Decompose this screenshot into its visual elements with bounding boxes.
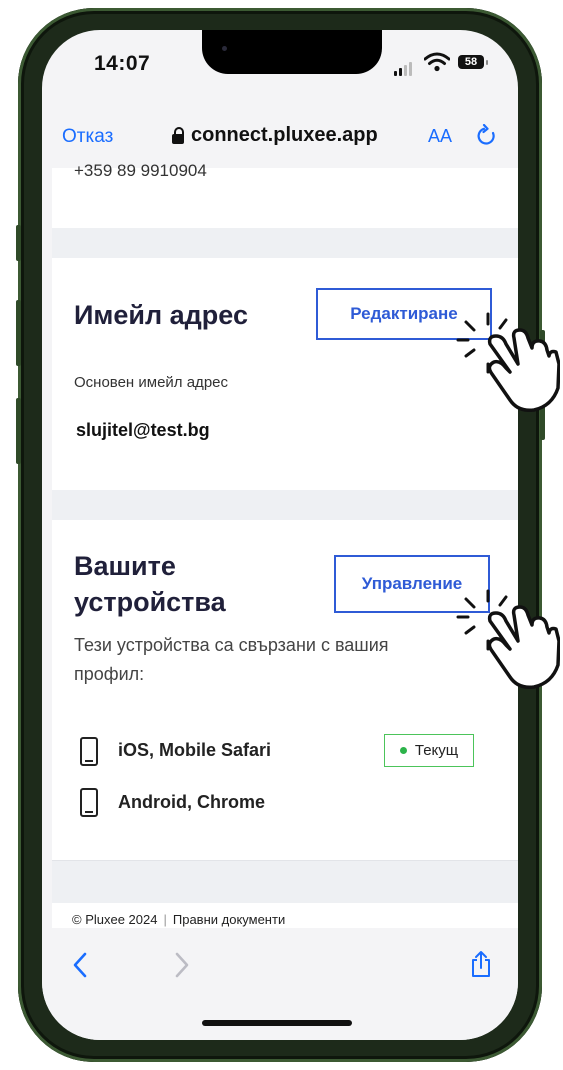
phone-volume-up <box>16 300 21 366</box>
home-indicator <box>202 1020 352 1026</box>
device-phone-icon <box>80 737 98 766</box>
front-camera <box>222 46 227 51</box>
chevron-right-icon <box>175 952 189 978</box>
devices-description: Тези устройства са свързани с вашия проф… <box>74 631 389 689</box>
browser-toolbar <box>42 928 518 1040</box>
battery-tip <box>486 60 488 65</box>
notch <box>202 30 382 74</box>
devices-section-title: Вашите устройства <box>74 548 226 620</box>
phone-screen: 14:07 58 Отказ connect.pluxee.app AA +35… <box>42 30 518 1040</box>
forward-button[interactable] <box>174 948 190 987</box>
chevron-left-icon <box>73 952 87 978</box>
devices-title-line1: Вашите <box>74 551 176 581</box>
back-button[interactable] <box>72 948 88 987</box>
email-field-label: Основен имейл адрес <box>74 374 228 391</box>
wifi-icon <box>424 52 450 72</box>
devices-description-line2: профил: <box>74 664 145 684</box>
browser-url-bar: Отказ connect.pluxee.app AA <box>42 104 518 168</box>
phone-number: +359 89 9910904 <box>74 161 207 180</box>
url-field[interactable]: connect.pluxee.app <box>172 124 378 147</box>
battery-icon: 58 <box>458 55 484 69</box>
legal-documents-link[interactable]: Правни документи <box>173 912 285 927</box>
tap-hand-icon <box>456 312 560 412</box>
email-value: slujitel@test.bg <box>76 420 210 440</box>
footer: © Pluxee 2024 | Правни документи <box>72 912 285 927</box>
text-size-label: AA <box>428 126 453 146</box>
text-size-button[interactable]: AA <box>428 126 452 147</box>
section-divider <box>52 490 518 520</box>
footer-separator: | <box>163 912 167 927</box>
section-divider <box>52 228 518 258</box>
phone-side-button <box>16 225 21 261</box>
signal-icon <box>394 62 412 76</box>
lock-icon <box>172 126 184 144</box>
url-text: connect.pluxee.app <box>191 124 378 146</box>
section-divider <box>52 860 518 903</box>
devices-description-line1: Тези устройства са свързани с вашия <box>74 635 389 655</box>
reload-icon[interactable] <box>476 124 498 148</box>
current-dot-icon <box>399 747 407 754</box>
current-device-badge-label: Текущ <box>414 742 459 759</box>
device-name: Android, Chrome <box>118 792 265 812</box>
email-section-title: Имейл адрес <box>74 300 248 330</box>
phone-volume-down <box>16 398 21 464</box>
share-icon[interactable] <box>470 950 492 978</box>
cancel-button[interactable]: Отказ <box>62 126 113 148</box>
status-time: 14:07 <box>94 52 151 75</box>
footer-copyright: © Pluxee 2024 <box>72 912 158 927</box>
devices-title-line2: устройства <box>74 587 226 617</box>
current-device-badge: Текущ <box>384 734 474 767</box>
web-content: +359 89 9910904 Имейл адрес Редактиране … <box>52 161 518 928</box>
tap-hand-icon <box>456 589 560 689</box>
device-phone-icon <box>80 788 98 817</box>
device-name: iOS, Mobile Safari <box>118 740 272 760</box>
